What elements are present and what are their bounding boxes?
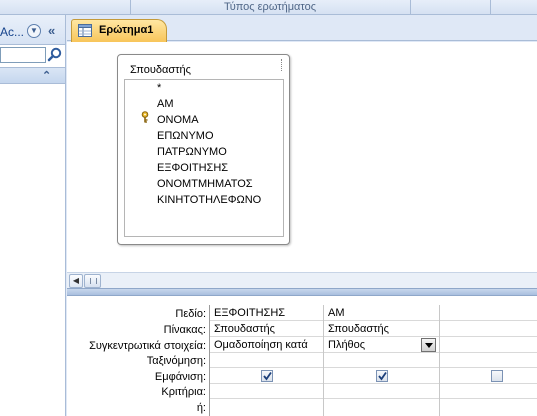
sort-cell[interactable]: [210, 353, 323, 368]
field-cell[interactable]: [440, 306, 537, 321]
search-icon[interactable]: [47, 46, 63, 63]
show-checkbox[interactable]: [376, 370, 388, 382]
row-label-field: Πεδίο:: [175, 308, 206, 320]
table-cell[interactable]: Σπουδαστής: [324, 322, 439, 337]
total-dropdown-button[interactable]: [421, 338, 436, 352]
field-item[interactable]: ΕΞΦΟΙΤΗΣΗΣ: [157, 162, 228, 176]
total-cell[interactable]: Ομαδοποίηση κατά: [210, 338, 323, 353]
field-item[interactable]: AM: [157, 98, 174, 112]
show-checkbox[interactable]: [261, 370, 273, 382]
field-item[interactable]: ONOMA: [157, 114, 199, 128]
ribbon: Τύπος ερωτήματος: [0, 0, 537, 15]
field-item[interactable]: ΠΑΤΡΩΝΥΜΟ: [157, 146, 227, 160]
chevron-up-icon[interactable]: ⌃: [42, 69, 51, 82]
design-grid[interactable]: Πεδίο: Πίνακας: Συγκεντρωτικά στοιχεία: …: [67, 296, 537, 416]
document-tabbar: Ερώτημα1: [67, 15, 537, 42]
row-label-table: Πίνακας:: [163, 324, 206, 336]
row-label-or: ή:: [196, 402, 206, 414]
checkmark-icon: [263, 371, 272, 381]
pane-splitter[interactable]: [67, 288, 537, 296]
ribbon-separator: [490, 0, 491, 15]
field-item[interactable]: ΟΝΟΜΤΜΗΜΑΤΟΣ: [157, 178, 253, 192]
row-label-show: Εμφάνιση:: [154, 371, 206, 383]
field-item[interactable]: ΕΠΩΝΥΜΟ: [157, 130, 214, 144]
table-cell[interactable]: Σπουδαστής: [210, 322, 323, 337]
ribbon-separator: [410, 0, 411, 15]
field-item[interactable]: ΚΙΝΗΤΟΤΗΛΕΦΩΝΟ: [157, 194, 261, 208]
nav-header[interactable]: Ac... ▼ «: [0, 15, 65, 45]
ribbon-separator: [130, 0, 131, 15]
nav-title[interactable]: Ac...: [0, 25, 24, 39]
or-cell[interactable]: [440, 400, 537, 415]
collapse-pane-icon[interactable]: «: [48, 23, 55, 38]
show-checkbox[interactable]: [491, 370, 503, 382]
table-field-list[interactable]: Σπουδαστής * AM ONOMA ΕΠΩΝΥΜΟ ΠΑΤΡΩΝΥΜΟ …: [117, 54, 290, 245]
scroll-left-button[interactable]: ◀: [69, 274, 83, 288]
primary-key-icon: [141, 111, 149, 123]
criteria-cell[interactable]: [210, 384, 323, 399]
table-title[interactable]: Σπουδαστής: [130, 64, 191, 76]
grid-column[interactable]: [440, 305, 537, 416]
table-cell[interactable]: [440, 322, 537, 337]
sort-cell[interactable]: [324, 353, 439, 368]
criteria-cell[interactable]: [440, 384, 537, 399]
row-label-criteria: Κριτήρια:: [161, 386, 206, 398]
criteria-cell[interactable]: [324, 384, 439, 399]
chevron-down-icon[interactable]: ▼: [27, 24, 41, 38]
or-cell[interactable]: [210, 400, 323, 415]
nav-search-input[interactable]: [0, 47, 46, 63]
query-icon: [78, 24, 92, 37]
grid-column[interactable]: AM Σπουδαστής Πλήθος: [324, 305, 440, 416]
query-design-pane[interactable]: Σπουδαστής * AM ONOMA ΕΠΩΝΥΜΟ ΠΑΤΡΩΝΥΜΟ …: [67, 42, 537, 272]
nav-group-header[interactable]: ⌃: [0, 67, 65, 84]
tab-query1[interactable]: Ερώτημα1: [71, 19, 167, 42]
field-cell[interactable]: AM: [324, 306, 439, 321]
scroll-thumb[interactable]: [84, 274, 101, 288]
or-cell[interactable]: [324, 400, 439, 415]
total-cell[interactable]: [440, 338, 537, 353]
row-label-total: Συγκεντρωτικά στοιχεία:: [89, 340, 206, 352]
horizontal-scrollbar[interactable]: ◀: [67, 272, 537, 288]
field-item[interactable]: *: [157, 82, 161, 96]
resize-grip[interactable]: [281, 59, 284, 71]
field-list[interactable]: * AM ONOMA ΕΠΩΝΥΜΟ ΠΑΤΡΩΝΥΜΟ ΕΞΦΟΙΤΗΣΗΣ …: [124, 79, 284, 237]
ribbon-group-label: Τύπος ερωτήματος: [223, 1, 317, 13]
grid-columns: ΕΞΦΟΙΤΗΣΗΣ Σπουδαστής Ομαδοποίηση κατά A…: [209, 305, 537, 416]
row-label-sort: Ταξινόμηση:: [146, 355, 206, 367]
grid-column[interactable]: ΕΞΦΟΙΤΗΣΗΣ Σπουδαστής Ομαδοποίηση κατά: [210, 305, 324, 416]
sort-cell[interactable]: [440, 353, 537, 368]
navigation-pane: Ac... ▼ « ⌃: [0, 15, 66, 416]
checkmark-icon: [378, 371, 387, 381]
total-cell[interactable]: Πλήθος: [324, 338, 419, 353]
field-cell[interactable]: ΕΞΦΟΙΤΗΣΗΣ: [210, 306, 323, 321]
tab-label: Ερώτημα1: [99, 24, 154, 36]
